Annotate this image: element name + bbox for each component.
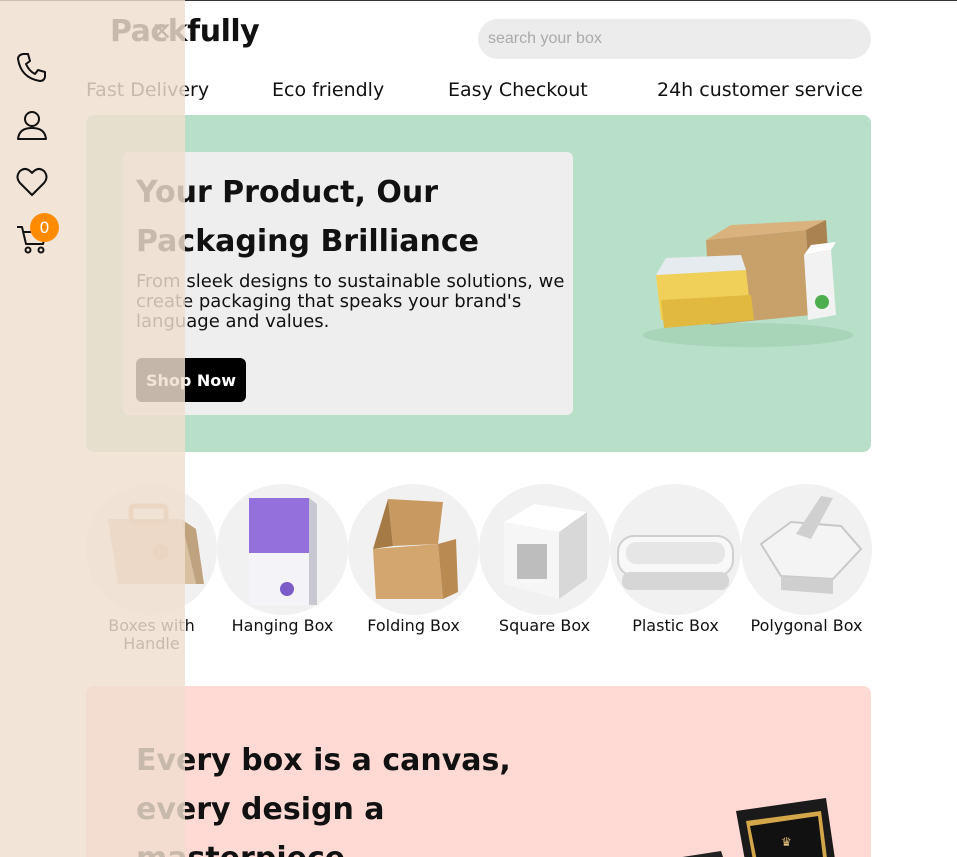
hero-card: Your Product, Our Packaging Brilliance F… [123,152,573,415]
category-label: Square Box [498,616,591,635]
category-label: Plastic Box [632,616,719,635]
hero-subtitle: From sleek designs to sustainable soluti… [136,271,565,332]
category-square-box[interactable]: Square Box [479,484,610,635]
category-polygonal-box[interactable]: Polygonal Box [741,484,872,635]
promo-title: Every box is a canvas, every design a ma… [136,743,511,857]
category-folding-box[interactable]: Folding Box [348,484,479,635]
promo-banner: Every box is a canvas, every design a ma… [86,686,871,857]
polygonal-box-image [741,484,872,615]
hero-banner: Your Product, Our Packaging Brilliance F… [86,115,871,452]
category-label: Hanging Box [231,616,334,635]
packaging-boxes-image [643,220,853,347]
category-label: Folding Box [367,616,460,635]
hanging-box-image [217,484,348,615]
svg-text:♛: ♛ [781,835,792,849]
feature-customer-service: 24h customer service [657,79,863,101]
hero-title: Your Product, Our Packaging Brilliance [136,175,479,259]
plastic-box-image [610,484,741,615]
folding-box-image [348,484,479,615]
side-menu-overlay: 0 [0,0,185,857]
user-icon[interactable] [15,108,49,142]
category-label: Polygonal Box [750,616,863,635]
heart-icon[interactable] [15,165,49,199]
category-plastic-box[interactable]: Plastic Box [610,484,741,635]
cart-count-badge: 0 [30,213,59,242]
black-gift-box-image: ♛ [682,798,835,857]
phone-icon[interactable] [15,50,49,84]
feature-easy-checkout: Easy Checkout [448,79,588,101]
category-hanging-box[interactable]: Hanging Box [217,484,348,635]
category-list: Boxes with Handle Hanging Box Folding Bo… [86,484,872,664]
feature-eco-friendly: Eco friendly [272,79,385,101]
square-box-image [479,484,610,615]
search-input[interactable] [478,19,871,59]
